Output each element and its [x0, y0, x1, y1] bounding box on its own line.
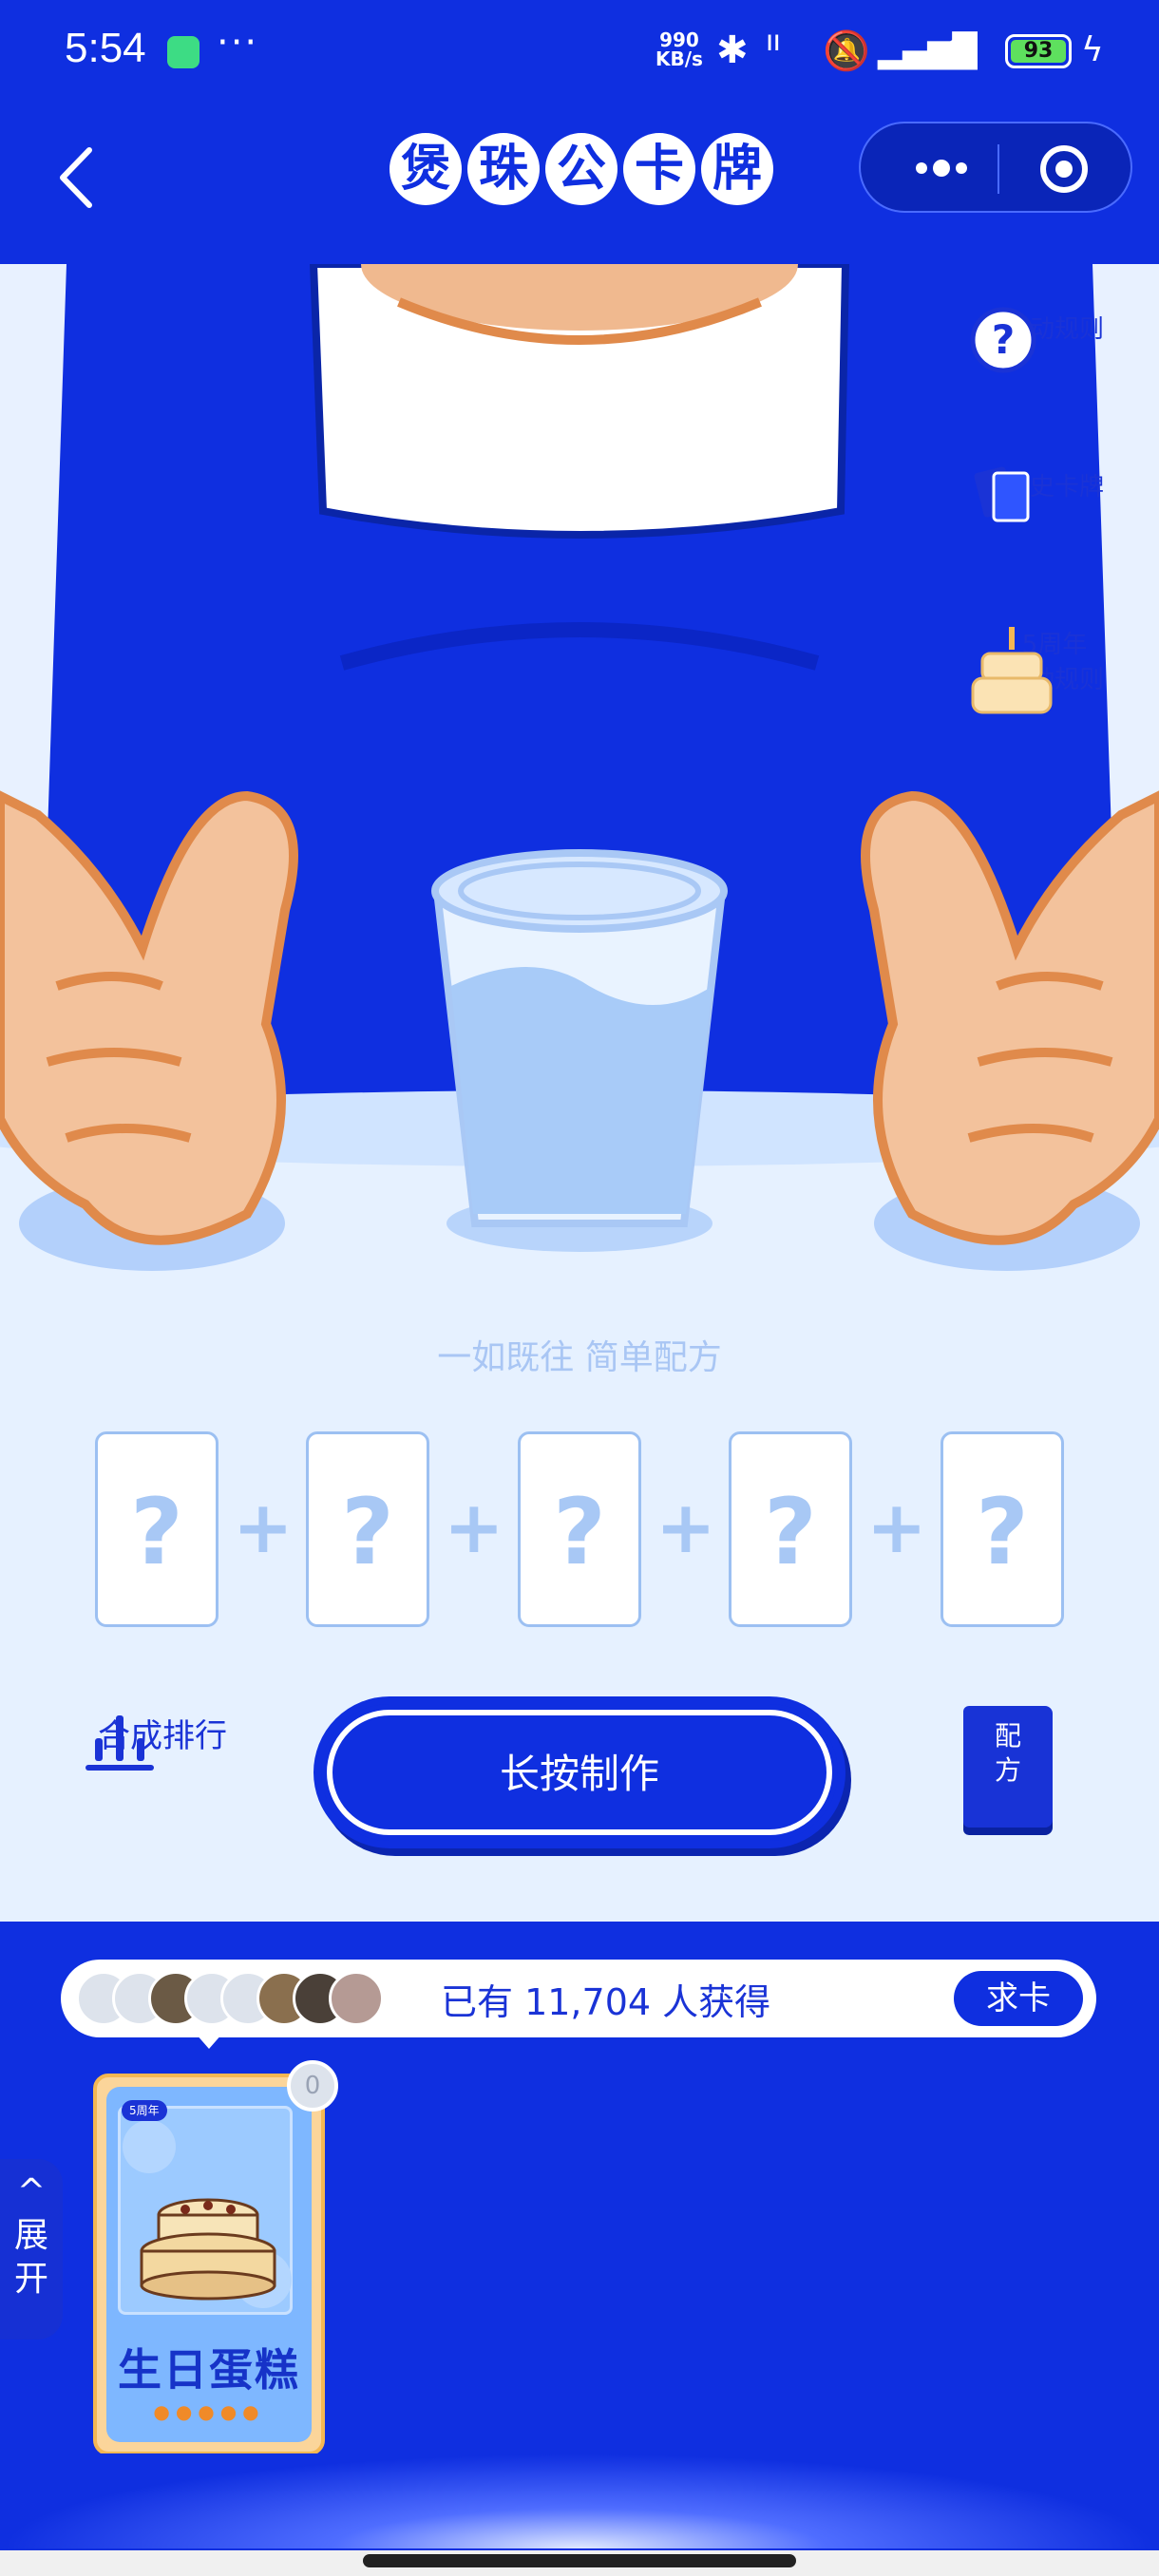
charging-icon: ϟ: [1081, 30, 1104, 69]
cards-stack-icon: [974, 466, 1030, 522]
plus-icon: +: [444, 1485, 504, 1569]
recipe-book-button[interactable]: 配 方: [963, 1706, 1053, 1828]
status-bar: 5:54 ··· 990 KB/s ✱ ᑊᑊ 🔕 ▂▄▆█ ◠ 93 ϟ: [0, 0, 1159, 104]
ingredient-slot[interactable]: ?: [940, 1431, 1064, 1627]
svg-text:?: ?: [992, 316, 1015, 363]
card-quantity-badge: 0: [287, 2060, 338, 2112]
page-title: 煲 珠 公 卡 牌: [390, 133, 773, 218]
title-char: 煲: [390, 133, 462, 205]
bottom-glow: [0, 2453, 1159, 2548]
card-collection-panel: 已有 11,704 人获得 求卡 5周年 生日蛋糕 ●●●●● 0 ^ 展 开: [0, 1922, 1159, 2576]
title-char: 牌: [701, 133, 773, 205]
bluetooth-icon: ✱: [716, 28, 749, 72]
network-speed-unit: KB/s: [656, 47, 703, 70]
ellipsis-icon: [916, 160, 967, 177]
network-speed: 990 KB/s: [656, 30, 703, 68]
more-notifications-icon: ···: [217, 21, 259, 65]
nav-bar: 煲 珠 公 卡 牌: [0, 104, 1159, 264]
ingredient-slot[interactable]: ?: [518, 1431, 641, 1627]
birthday-cake-icon: [123, 2120, 292, 2308]
mini-program-capsule: [859, 122, 1132, 213]
collected-card[interactable]: 5周年 生日蛋糕 ●●●●● 0: [93, 2060, 338, 2455]
flame-icon: ●: [153, 2400, 176, 2423]
home-indicator[interactable]: [363, 2554, 796, 2567]
card-image: [118, 2106, 293, 2315]
ranking-button[interactable]: 合成排行: [82, 1710, 243, 1771]
bubble-pointer: [196, 2034, 222, 2049]
ingredient-slot[interactable]: ?: [95, 1431, 218, 1627]
expand-label-1: 展: [13, 2216, 48, 2255]
ingredient-slot[interactable]: ?: [729, 1431, 852, 1627]
card-name: 生日蛋糕: [118, 2344, 300, 2396]
flame-icon: ●: [198, 2400, 220, 2423]
plus-icon: +: [866, 1485, 927, 1569]
gesture-bar: [0, 2550, 1159, 2576]
title-char: 珠: [467, 133, 540, 205]
back-button[interactable]: [49, 135, 110, 220]
question-circle-icon: ?: [970, 307, 1036, 373]
expand-label-2: 开: [13, 2260, 48, 2299]
more-options-button[interactable]: [899, 144, 984, 192]
anniversary-rules-button[interactable]: 5周年 活动规则: [969, 621, 1140, 714]
expand-button[interactable]: ^ 展 开: [0, 2159, 63, 2339]
chevron-up-icon: ^: [16, 2172, 47, 2211]
recipe-label-2: 方: [994, 1754, 1021, 1786]
chevron-left-icon: [60, 147, 92, 208]
wechat-notification-icon: [167, 36, 200, 68]
cake-icon: [971, 627, 1053, 714]
ask-for-card-button[interactable]: 求卡: [954, 1971, 1083, 2026]
plus-icon: +: [233, 1485, 294, 1569]
close-mini-program-button[interactable]: [1037, 142, 1091, 196]
recipe-label-1: 配: [994, 1720, 1021, 1752]
recipe-tagline: 一如既往 简单配方: [437, 1338, 722, 1377]
battery-level: 93: [1011, 40, 1066, 63]
earbuds-icon: ᑊᑊ: [766, 28, 781, 72]
flame-icon: ●: [219, 2400, 243, 2423]
make-button-label: 长按制作: [327, 1710, 832, 1835]
wifi-icon: ◠: [942, 28, 976, 72]
target-icon: [1040, 145, 1088, 193]
activity-rules-button[interactable]: ? 活动规则: [969, 306, 1140, 373]
owner-count: 已有 11,704 人获得: [441, 1981, 771, 2023]
scene-area: ? 活动规则 历史卡牌 5周年 活动规则 一如既往 简单配方 ? + ? + ?…: [0, 264, 1159, 1922]
capsule-divider: [998, 144, 999, 194]
plus-icon: +: [656, 1485, 716, 1569]
anniversary-badge: 5周年: [122, 2100, 167, 2121]
title-char: 公: [545, 133, 618, 205]
ingredient-slot[interactable]: ?: [306, 1431, 429, 1627]
history-cards-button[interactable]: 历史卡牌: [969, 464, 1140, 522]
flame-icon: ●: [175, 2400, 199, 2423]
bar-chart-icon: [86, 1715, 154, 1771]
title-char: 卡: [623, 133, 695, 205]
owners-bar: 已有 11,704 人获得 求卡: [61, 1960, 1096, 2037]
long-press-make-button[interactable]: 长按制作: [314, 1696, 846, 1848]
flame-icon: ●: [242, 2400, 265, 2423]
avatar: [329, 1971, 384, 2026]
status-time: 5:54: [65, 25, 146, 71]
card-face: 5周年 生日蛋糕 ●●●●●: [106, 2087, 312, 2442]
mute-bell-icon: 🔕: [823, 29, 870, 73]
card-flames: ●●●●●: [106, 2400, 312, 2423]
battery-icon: 93: [1005, 34, 1072, 68]
